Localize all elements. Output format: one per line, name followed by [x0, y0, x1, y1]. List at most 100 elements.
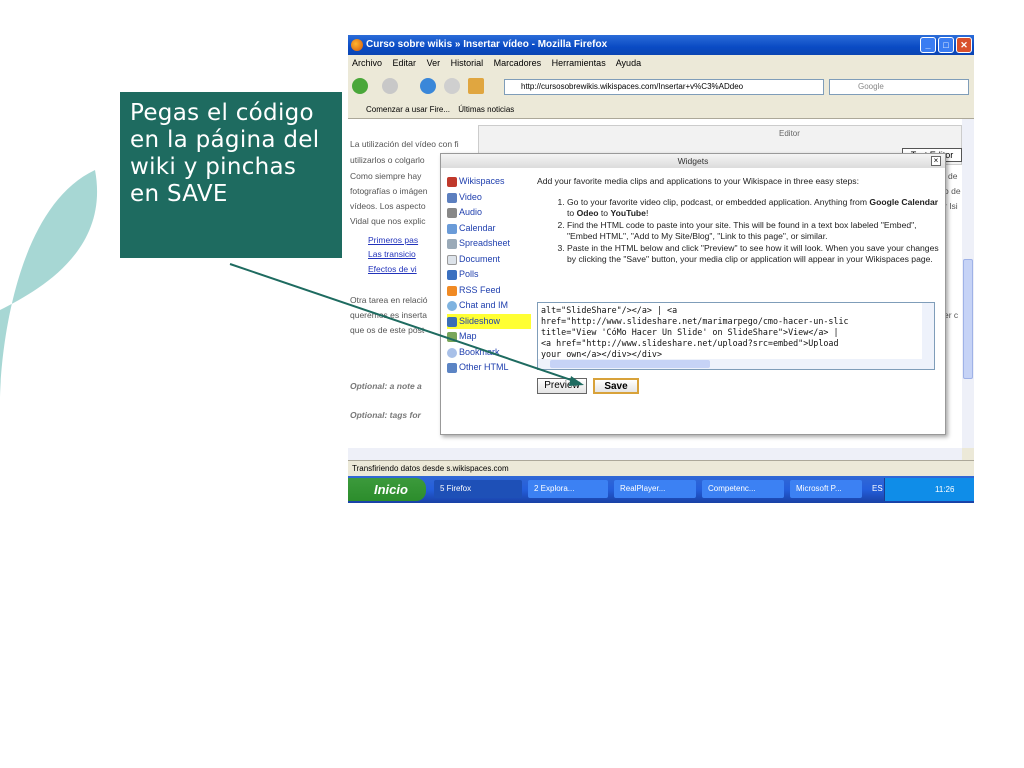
menu-herramientas[interactable]: Herramientas — [552, 58, 606, 68]
close-window-button[interactable]: ✕ — [956, 37, 972, 53]
widget-sidebar: Wikispaces Video Audio Calendar Spreadsh… — [447, 174, 531, 376]
page-text-line: Otra tarea en relació — [350, 295, 428, 305]
code-horizontal-scrollbar[interactable] — [538, 359, 934, 369]
page-content: La utilización del vídeo con fi utilizar… — [348, 119, 962, 448]
video-icon — [447, 192, 457, 203]
sidebar-item-rss-feed[interactable]: RSS Feed — [447, 283, 531, 299]
page-text-line: queremos es inserta — [350, 310, 428, 320]
navigation-toolbar: http://cursosobrewikis.wikispaces.com/In… — [348, 71, 974, 101]
page-text-line: vídeos. Los aspecto — [350, 201, 426, 211]
bar-chart-icon — [447, 270, 457, 280]
reload-icon[interactable] — [420, 78, 436, 94]
save-button[interactable]: Save — [593, 378, 639, 394]
instruction-callout: Pegas el código en la página del wiki y … — [120, 92, 342, 258]
sidebar-item-video[interactable]: Video — [447, 190, 531, 206]
menu-marcadores[interactable]: Marcadores — [494, 58, 542, 68]
menu-historial[interactable]: Historial — [451, 58, 484, 68]
instructions-steps: Go to your favorite video clip, podcast,… — [537, 197, 943, 265]
maximize-button[interactable]: □ — [938, 37, 954, 53]
code-scroll-thumb[interactable] — [550, 360, 710, 368]
menu-bar: Archivo Editar Ver Historial Marcadores … — [348, 55, 974, 71]
sidebar-item-audio[interactable]: Audio — [447, 205, 531, 221]
page-text-line: utilizarlos o colgarlo — [350, 155, 425, 165]
firefox-icon — [351, 39, 363, 51]
task-explorer[interactable]: 2 Explora... — [528, 480, 608, 498]
bookmark-icon — [447, 347, 457, 358]
sidebar-item-spreadsheet[interactable]: Spreadsheet — [447, 236, 531, 252]
url-bar[interactable]: http://cursosobrewikis.wikispaces.com/In… — [504, 79, 824, 95]
page-vertical-scrollbar[interactable] — [962, 119, 974, 448]
instructions-intro: Add your favorite media clips and applic… — [537, 176, 859, 186]
sidebar-item-wikispaces[interactable]: Wikispaces — [447, 174, 531, 190]
sidebar-item-chat[interactable]: Chat and IM — [447, 298, 531, 314]
bookmark-item[interactable]: Comenzar a usar Fire... — [366, 105, 450, 114]
chat-icon — [447, 301, 457, 311]
page-text-fragment: o de — [944, 186, 961, 196]
system-tray: 11:26 — [884, 478, 974, 501]
sidebar-item-other-html[interactable]: Other HTML — [447, 360, 531, 376]
clock: 11:26 — [935, 485, 955, 494]
sidebar-item-map[interactable]: Map — [447, 329, 531, 345]
task-realplayer[interactable]: RealPlayer... — [614, 480, 696, 498]
optional-note-label: Optional: a note a — [350, 381, 422, 391]
forward-icon[interactable] — [382, 78, 398, 94]
menu-ayuda[interactable]: Ayuda — [616, 58, 641, 68]
menu-editar[interactable]: Editar — [393, 58, 417, 68]
menu-ver[interactable]: Ver — [427, 58, 441, 68]
preview-button[interactable]: Preview — [537, 378, 587, 394]
dialog-instructions: Add your favorite media clips and applic… — [537, 176, 943, 266]
language-indicator[interactable]: ES — [872, 484, 883, 493]
menu-archivo[interactable]: Archivo — [352, 58, 382, 68]
window-titlebar: Curso sobre wikis » Insertar vídeo - Moz… — [348, 35, 974, 55]
home-icon[interactable] — [468, 78, 484, 94]
windows-taskbar: Inicio 5 Firefox 2 Explora... RealPlayer… — [348, 476, 974, 503]
optional-tags-label: Optional: tags for — [350, 410, 421, 420]
minimize-button[interactable]: _ — [920, 37, 936, 53]
page-text-fragment: r Isi — [944, 201, 958, 211]
page-text-line: La utilización del vídeo con fi — [350, 139, 459, 149]
page-text-line: Como siempre hay — [350, 171, 422, 181]
speaker-icon — [447, 208, 457, 218]
sidebar-item-document[interactable]: Document — [447, 252, 531, 268]
sidebar-item-calendar[interactable]: Calendar — [447, 221, 531, 237]
step-3: Paste in the HTML below and click "Previ… — [567, 243, 943, 265]
bookmarks-toolbar: Comenzar a usar Fire... Últimas noticias — [348, 101, 974, 119]
sidebar-item-polls[interactable]: Polls — [447, 267, 531, 283]
step-2: Find the HTML code to paste into your si… — [567, 220, 943, 242]
map-icon — [447, 332, 457, 342]
page-text-fragment: er c — [944, 310, 959, 320]
back-icon[interactable] — [352, 78, 368, 94]
task-powerpoint[interactable]: Microsoft P... — [790, 480, 862, 498]
code-vertical-scrollbar[interactable] — [922, 303, 934, 361]
sidebar-item-bookmark[interactable]: Bookmark — [447, 345, 531, 361]
page-link[interactable]: Efectos de vi — [368, 264, 417, 274]
status-bar: Transfiriendo datos desde s.wikispaces.c… — [348, 460, 974, 476]
wikispaces-icon — [447, 177, 457, 187]
embed-code-textarea[interactable]: alt="SlideShare"/></a> | <a href="http:/… — [537, 302, 935, 370]
page-link[interactable]: Primeros pas — [368, 235, 418, 245]
spreadsheet-icon — [447, 239, 457, 249]
slideshow-icon — [447, 316, 457, 327]
task-firefox[interactable]: 5 Firefox — [434, 480, 522, 498]
dialog-close-button[interactable]: × — [931, 156, 941, 166]
page-text-line: que os de este post — [350, 325, 425, 335]
bookmark-item[interactable]: Últimas noticias — [458, 105, 514, 114]
rss-icon — [447, 285, 457, 296]
slide: Curso sobre wikis » Insertar vídeo - Moz… — [0, 0, 1024, 768]
search-input[interactable]: Google — [829, 79, 969, 95]
widgets-dialog: Widgets × Wikispaces Video Audio Calenda… — [440, 153, 946, 435]
page-scroll-thumb[interactable] — [963, 259, 973, 379]
firefox-window: Curso sobre wikis » Insertar vídeo - Moz… — [348, 35, 974, 503]
page-text-line: fotografías o imágen — [350, 186, 428, 196]
html-icon — [447, 363, 457, 373]
page-horizontal-scrollbar[interactable] — [348, 448, 962, 460]
calendar-icon — [447, 223, 457, 234]
task-competencias[interactable]: Competenc... — [702, 480, 784, 498]
step-1: Go to your favorite video clip, podcast,… — [567, 197, 943, 219]
start-button[interactable]: Inicio — [348, 478, 426, 501]
decorative-crescent — [0, 170, 98, 400]
sidebar-item-slideshow[interactable]: Slideshow — [447, 313, 531, 329]
page-link[interactable]: Las transicio — [368, 249, 416, 259]
page-text-fragment: de — [948, 171, 958, 181]
stop-icon[interactable] — [444, 78, 460, 94]
